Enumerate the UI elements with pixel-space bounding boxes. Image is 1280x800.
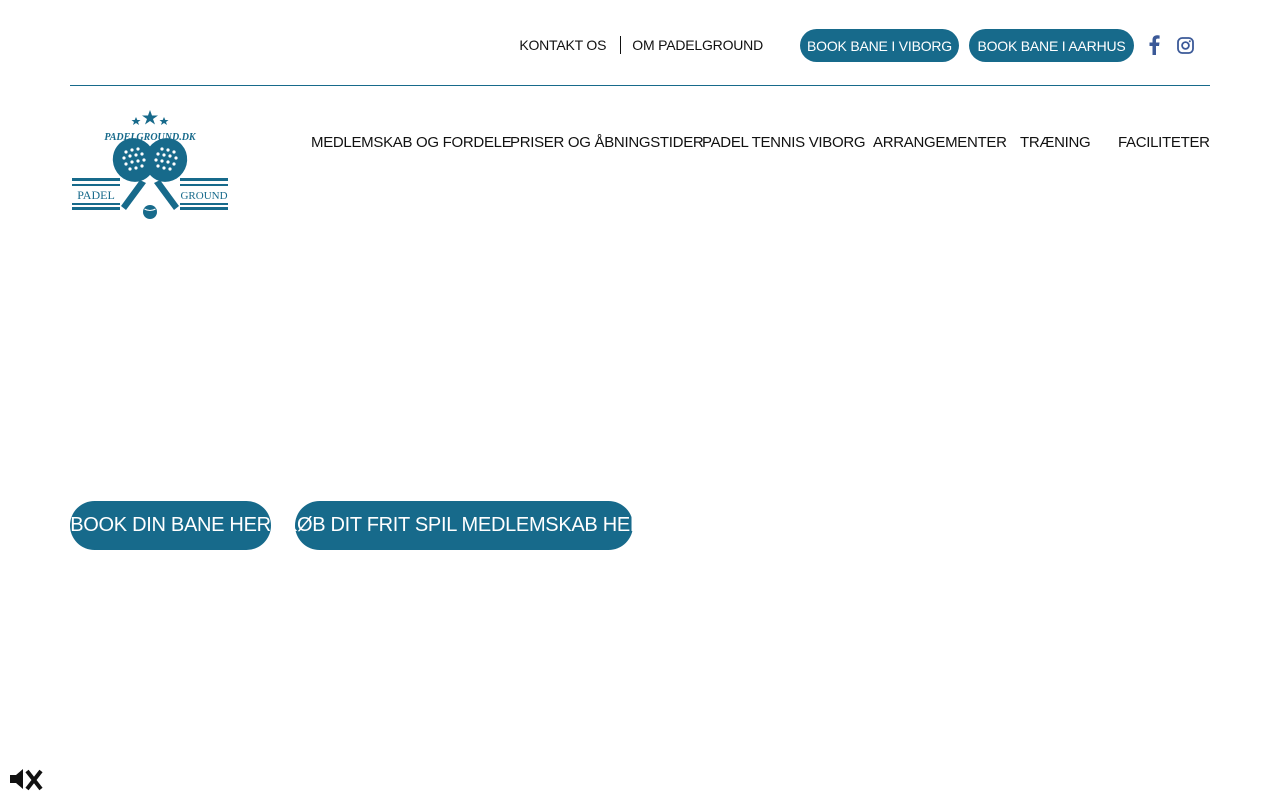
padelground-logo[interactable]: PADELGROUND.DK PADEL GROUND <box>70 108 230 224</box>
book-viborg-button[interactable]: BOOK BANE I VIBORG <box>800 29 959 62</box>
nav-item-prices[interactable]: PRISER OG ÅBNINGSTIDER <box>510 133 704 153</box>
top-bar: KONTAKT OS OM PADELGROUND BOOK BANE I VI… <box>70 0 1210 86</box>
nav-item-membership[interactable]: MEDLEMSKAB OG FORDELE <box>311 133 512 153</box>
buy-membership-button[interactable]: KØB DIT FRIT SPIL MEDLEMSKAB HER <box>284 501 644 550</box>
book-court-button[interactable]: BOOK DIN BANE HER <box>70 501 271 550</box>
top-links: KONTAKT OS OM PADELGROUND <box>519 36 763 54</box>
svg-text:GROUND: GROUND <box>180 190 227 202</box>
nav-item-padel-tennis-viborg[interactable]: PADEL TENNIS VIBORG <box>702 133 866 153</box>
facebook-icon[interactable] <box>1143 34 1165 56</box>
svg-text:PADEL: PADEL <box>77 188 115 202</box>
nav-item-training[interactable]: TRÆNING <box>1020 133 1091 153</box>
main-navigation: MEDLEMSKAB OG FORDELE PRISER OG ÅBNINGST… <box>0 133 1280 155</box>
contact-link[interactable]: KONTAKT OS <box>519 36 606 54</box>
instagram-icon[interactable] <box>1174 34 1196 56</box>
nav-item-facilities[interactable]: FACILITETER <box>1118 133 1210 153</box>
link-divider <box>620 36 622 54</box>
nav-item-events[interactable]: ARRANGEMENTER <box>873 133 1007 153</box>
speaker-muted-icon[interactable] <box>10 766 44 792</box>
about-link[interactable]: OM PADELGROUND <box>632 36 763 54</box>
book-aarhus-button[interactable]: BOOK BANE I AARHUS <box>969 29 1134 62</box>
